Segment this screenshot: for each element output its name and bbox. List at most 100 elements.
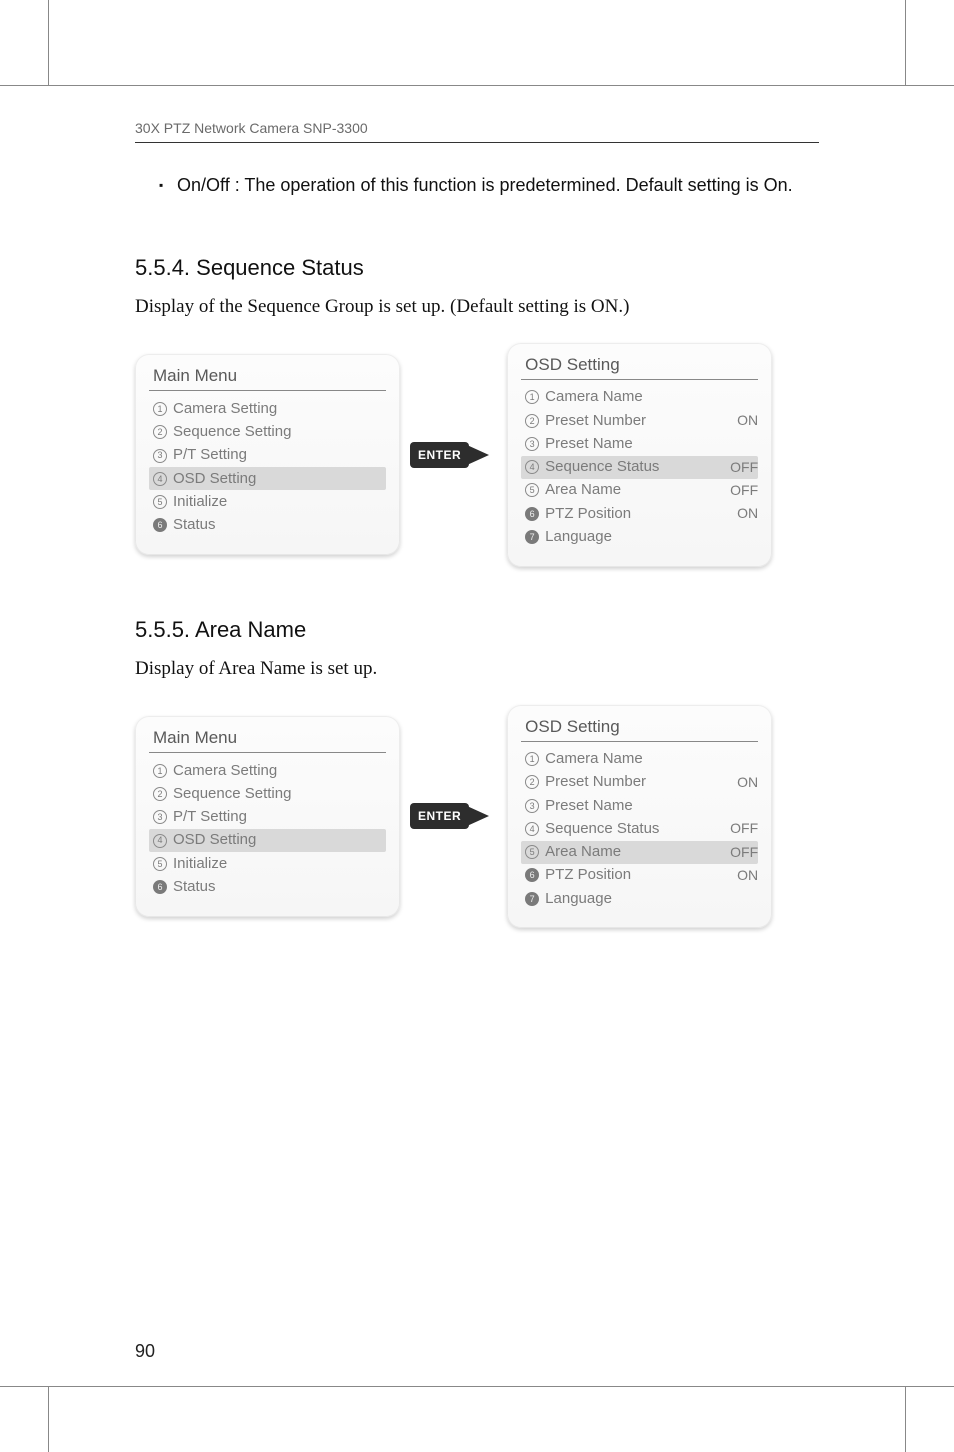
item-number-icon: 1 — [153, 402, 167, 416]
item-number-icon: 5 — [525, 845, 539, 859]
item-number-icon: 1 — [525, 390, 539, 404]
menu-item: 1 Camera Setting — [149, 397, 386, 420]
main-menu-panel: Main Menu 1Camera Setting2Sequence Setti… — [135, 354, 400, 555]
menu-item: 6 PTZ PositionON — [521, 502, 758, 525]
item-label: P/T Setting — [173, 445, 386, 465]
bullet-onoff: ▪On/Off : The operation of this function… — [135, 171, 819, 200]
item-label: Camera Name — [545, 749, 758, 769]
item-label: PTZ Position — [545, 504, 731, 524]
running-header: 30X PTZ Network Camera SNP-3300 — [135, 120, 819, 143]
menu-item: 3 Preset Name — [521, 794, 758, 817]
osd-title-area: OSD Setting — [521, 715, 758, 742]
item-value: OFF — [724, 481, 758, 500]
item-label: Preset Name — [545, 434, 758, 454]
figure-area-name: Main Menu 1 Camera Setting 2 Sequence Setti… — [135, 705, 819, 929]
menu-item: 2 Sequence Setting — [149, 782, 386, 805]
item-value: ON — [731, 504, 758, 523]
item-number-icon: 2 — [525, 775, 539, 789]
enter-arrow-2: ENTER — [410, 801, 497, 831]
item-label: Preset Number — [545, 772, 731, 792]
item-number-icon: 7 — [525, 892, 539, 906]
menu-item: 1 Camera Name — [521, 748, 758, 771]
page-content: 30X PTZ Network Camera SNP-3300 ▪On/Off … — [135, 120, 819, 1362]
item-number-icon: 7 — [525, 530, 539, 544]
item-label: Camera Setting — [173, 761, 386, 781]
item-number-icon: 2 — [153, 787, 167, 801]
enter-badge-2: ENTER — [410, 803, 469, 829]
main-menu-title: Main Menu — [149, 364, 386, 391]
item-label: Area Name — [545, 842, 724, 862]
menu-item: 4 Sequence StatusOFF — [521, 817, 758, 840]
osd-setting-panel-area: OSD Setting 1Camera Name2Preset NumberON… — [507, 705, 772, 929]
item-number-icon: 1 — [525, 752, 539, 766]
item-number-icon: 1 — [153, 764, 167, 778]
heading-554: 5.5.4. Sequence Status — [135, 255, 819, 281]
item-label: Initialize — [173, 492, 386, 512]
arrow-right-icon — [467, 801, 497, 831]
item-value: OFF — [724, 843, 758, 862]
menu-item: 1 Camera Name — [521, 386, 758, 409]
item-number-icon: 4 — [525, 822, 539, 836]
item-value: OFF — [724, 819, 758, 838]
menu-item: 6 Status — [149, 514, 386, 537]
item-number-icon: 4 — [153, 834, 167, 848]
menu-item: 3Preset Name — [521, 432, 758, 455]
item-number-icon: 3 — [153, 449, 167, 463]
menu-item: 2 Preset NumberON — [521, 771, 758, 794]
osd-setting-panel-seq: OSD Setting 1Camera Name2Preset NumberON… — [507, 343, 772, 567]
enter-arrow: ENTER — [410, 440, 497, 470]
menu-item: 2 Preset NumberON — [521, 409, 758, 432]
item-label: Camera Name — [545, 387, 758, 407]
page-number: 90 — [135, 1341, 155, 1362]
menu-item: 5 Area NameOFF — [521, 841, 758, 864]
item-value: ON — [731, 866, 758, 885]
menu-item: 5 Initialize — [149, 490, 386, 513]
item-number-icon: 2 — [153, 425, 167, 439]
menu-item: 4 Sequence StatusOFF — [521, 456, 758, 479]
item-label: Preset Number — [545, 411, 731, 431]
osd-title-seq: OSD Setting — [521, 353, 758, 380]
item-number-icon: 5 — [153, 495, 167, 509]
item-label: OSD Setting — [173, 469, 386, 489]
item-label: Language — [545, 889, 758, 909]
item-label: Sequence Setting — [173, 784, 386, 804]
item-label: Sequence Status — [545, 457, 724, 477]
menu-item: 4 OSD Setting — [149, 467, 386, 490]
item-number-icon: 2 — [525, 414, 539, 428]
bullet-icon: ▪ — [159, 176, 177, 195]
item-number-icon: 6 — [153, 518, 167, 532]
menu-item: 7 Language — [521, 525, 758, 548]
item-label: Preset Name — [545, 796, 758, 816]
main-menu-panel-2: Main Menu 1 Camera Setting 2 Sequence Setti… — [135, 716, 400, 917]
bullet-text: On/Off : The operation of this function … — [177, 175, 793, 195]
item-number-icon: 6 — [525, 507, 539, 521]
item-number-icon: 3 — [525, 799, 539, 813]
item-number-icon: 5 — [153, 857, 167, 871]
menu-item: 5 Area NameOFF — [521, 479, 758, 502]
arrow-right-icon — [467, 440, 497, 470]
item-number-icon: 4 — [153, 472, 167, 486]
item-number-icon: 4 — [525, 460, 539, 474]
item-number-icon: 6 — [525, 868, 539, 882]
main-menu-title-2: Main Menu — [149, 726, 386, 753]
item-number-icon: 5 — [525, 483, 539, 497]
menu-item: 5 Initialize — [149, 852, 386, 875]
menu-item: 3P/T Setting — [149, 806, 386, 829]
item-label: PTZ Position — [545, 865, 731, 885]
menu-item: 7 Language — [521, 887, 758, 910]
item-label: Area Name — [545, 480, 724, 500]
item-label: Camera Setting — [173, 399, 386, 419]
menu-item: 6 PTZ PositionON — [521, 864, 758, 887]
item-label: Initialize — [173, 854, 386, 874]
item-value: OFF — [724, 458, 758, 477]
item-value: ON — [731, 411, 758, 430]
item-value: ON — [731, 773, 758, 792]
figure-sequence-status: Main Menu 1Camera Setting2Sequence Setti… — [135, 343, 819, 567]
item-label: Sequence Status — [545, 819, 724, 839]
item-number-icon: 3 — [153, 810, 167, 824]
item-label: Status — [173, 515, 386, 535]
menu-item: 4OSD Setting — [149, 829, 386, 852]
item-label: Language — [545, 527, 758, 547]
menu-item: 3 P/T Setting — [149, 444, 386, 467]
heading-555: 5.5.5. Area Name — [135, 617, 819, 643]
